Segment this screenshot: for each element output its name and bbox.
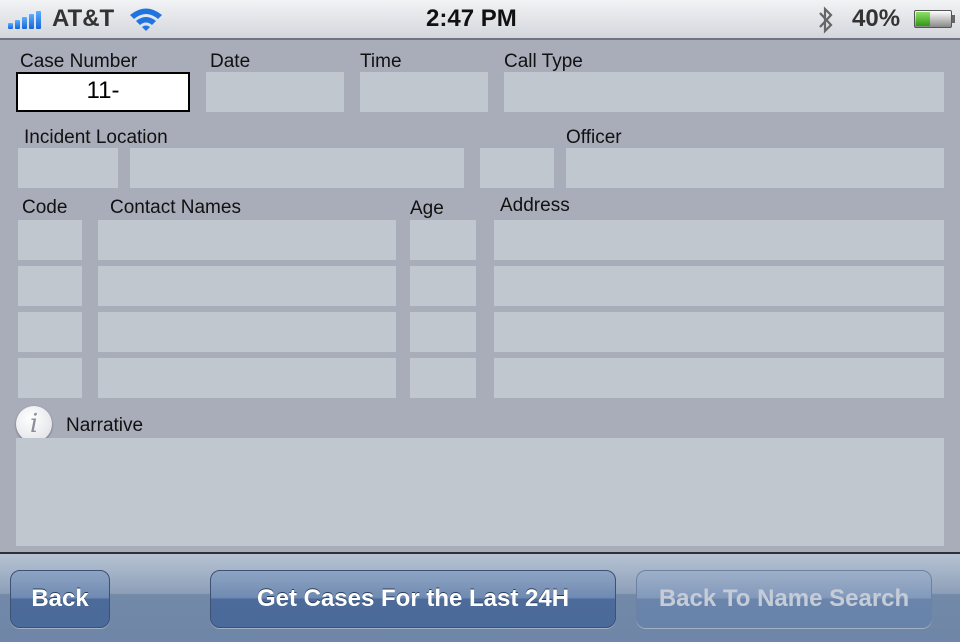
date-field[interactable]	[206, 72, 344, 112]
bottom-toolbar: Back Get Cases For the Last 24H Back To …	[0, 552, 960, 642]
address-field[interactable]	[494, 220, 944, 260]
time-field[interactable]	[360, 72, 488, 112]
code-field[interactable]	[18, 266, 82, 306]
bluetooth-icon	[819, 6, 833, 34]
address-field[interactable]	[494, 312, 944, 352]
contact-names-header: Contact Names	[110, 197, 241, 218]
age-field[interactable]	[410, 358, 476, 398]
carrier-name: AT&T	[52, 5, 115, 32]
age-field[interactable]	[410, 220, 476, 260]
date-label: Date	[210, 51, 251, 72]
incident-location-label: Incident Location	[24, 127, 168, 148]
info-icon[interactable]: i	[16, 406, 52, 442]
age-field[interactable]	[410, 266, 476, 306]
age-header: Age	[410, 198, 444, 219]
case-number-label: Case Number	[20, 51, 138, 72]
code-field[interactable]	[18, 220, 82, 260]
contact-name-field[interactable]	[98, 220, 396, 260]
address-field[interactable]	[494, 266, 944, 306]
battery-percent: 40%	[852, 5, 901, 32]
back-button[interactable]: Back	[10, 570, 110, 628]
call-type-field[interactable]	[504, 72, 944, 112]
narrative-label: Narrative	[66, 415, 144, 436]
contact-name-field[interactable]	[98, 358, 396, 398]
code-field[interactable]	[18, 358, 82, 398]
incident-location-street-field[interactable]	[130, 148, 464, 188]
clock: 2:47 PM	[426, 5, 517, 32]
narrative-textarea[interactable]	[16, 438, 944, 546]
contact-name-field[interactable]	[98, 312, 396, 352]
address-field[interactable]	[494, 358, 944, 398]
battery-level-fill	[916, 12, 931, 26]
contact-name-field[interactable]	[98, 266, 396, 306]
time-label: Time	[360, 51, 402, 72]
battery-icon	[914, 10, 955, 28]
status-bar: AT&T 2:47 PM 40%	[0, 0, 960, 40]
back-to-name-search-button[interactable]: Back To Name Search	[636, 570, 932, 628]
wifi-icon	[130, 8, 162, 31]
officer-label: Officer	[566, 127, 622, 148]
call-type-label: Call Type	[504, 51, 583, 72]
signal-bars-icon	[8, 9, 48, 29]
case-number-field[interactable]: 11-	[16, 72, 190, 112]
officer-field[interactable]	[566, 148, 944, 188]
code-field[interactable]	[18, 312, 82, 352]
incident-location-number-field[interactable]	[18, 148, 118, 188]
incident-location-extra-field[interactable]	[480, 148, 554, 188]
get-cases-24h-button[interactable]: Get Cases For the Last 24H	[210, 570, 616, 628]
age-field[interactable]	[410, 312, 476, 352]
code-header: Code	[22, 197, 68, 218]
address-header: Address	[500, 195, 570, 216]
